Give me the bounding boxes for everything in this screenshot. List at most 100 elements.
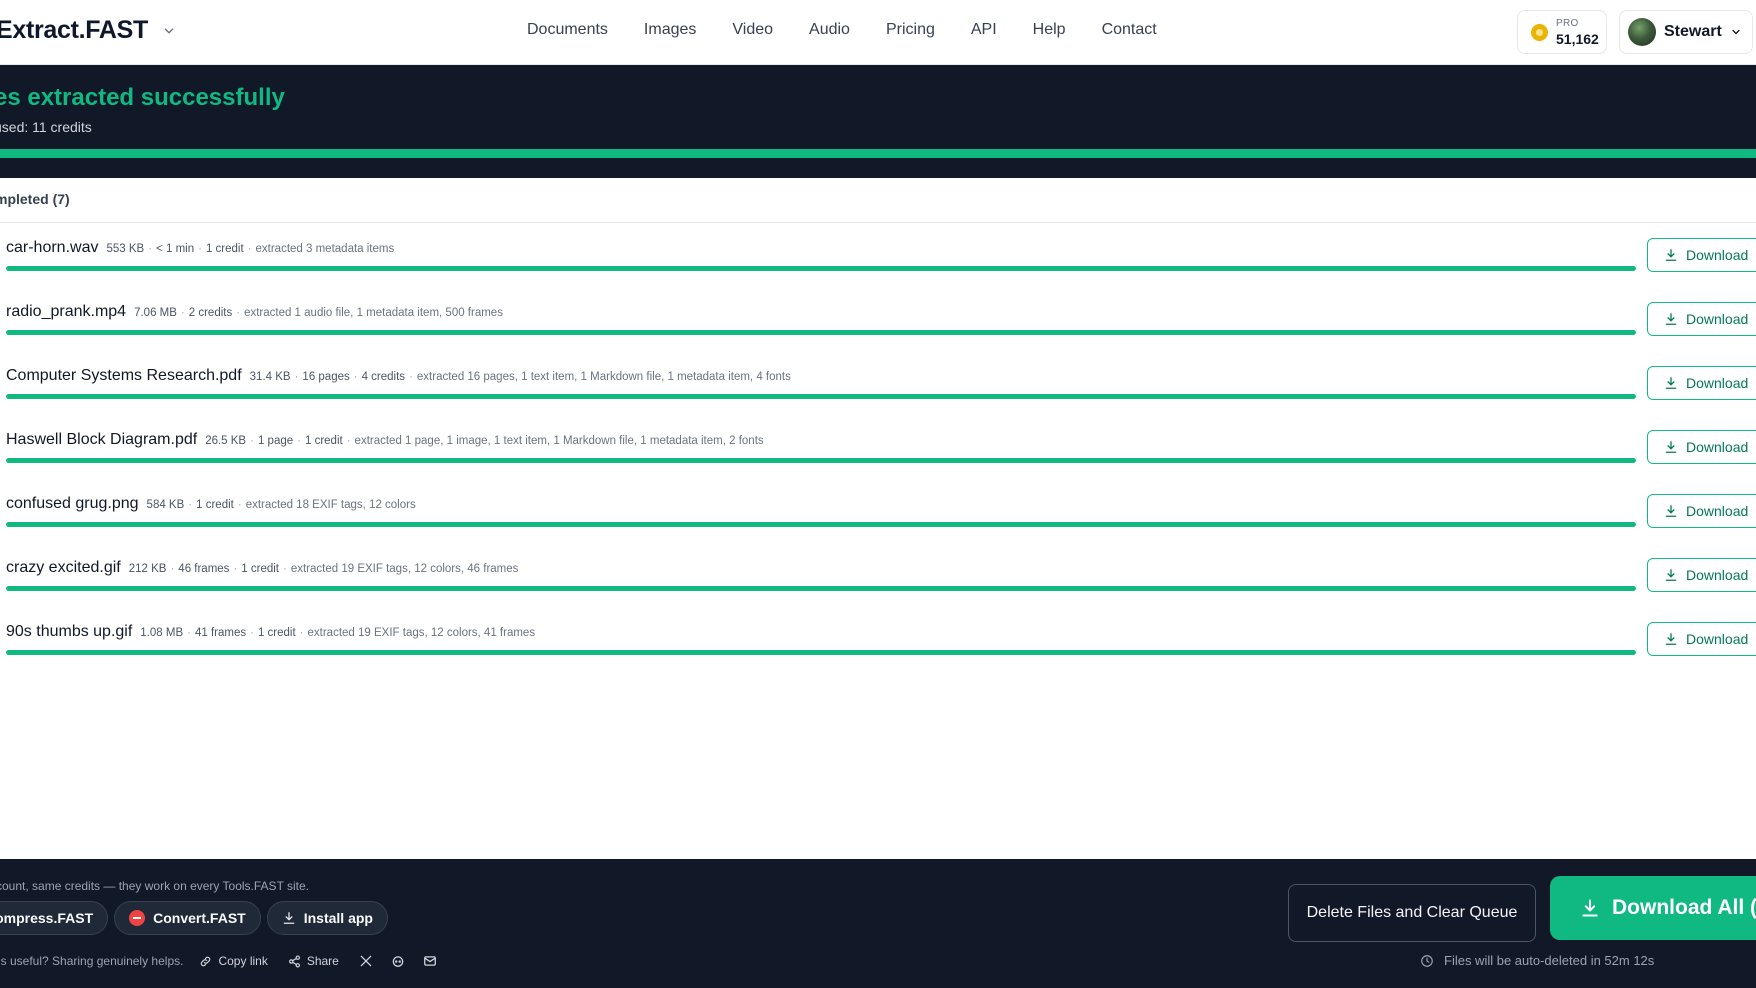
banner-title: es extracted successfully — [0, 84, 285, 111]
file-meta: 26.5 KB — [205, 435, 247, 447]
compress-fast-label: Compress.FAST — [0, 910, 94, 926]
download-icon — [1665, 249, 1677, 261]
meta-separator: · — [247, 243, 252, 255]
file-extraction-summary: extracted 3 metadata items — [255, 243, 395, 255]
file-progress-fill — [6, 266, 1636, 271]
user-menu-button[interactable]: Stewart — [1619, 10, 1753, 54]
meta-separator: · — [170, 563, 175, 575]
clock-icon — [1421, 954, 1433, 967]
chevron-down-icon — [1732, 29, 1740, 35]
file-row: Computer Systems Research.pdf 31.4 KB · 16 … — [0, 351, 1756, 415]
file-progress-bar — [6, 394, 1636, 399]
file-info: Haswell Block Diagram.pdf 26.5 KB · 1 page ·… — [6, 431, 764, 449]
install-app-button[interactable]: Install app — [266, 901, 388, 935]
file-row: confused grug.png 584 KB · 1 credit · extract… — [0, 479, 1756, 543]
download-button[interactable]: Download — [1647, 494, 1756, 528]
download-button[interactable]: Download — [1647, 366, 1756, 400]
meta-separator: · — [294, 371, 299, 383]
nav-contact[interactable]: Contact — [1102, 21, 1157, 39]
compress-fast-link[interactable]: Compress.FAST — [0, 901, 109, 935]
copy-link-button[interactable]: Copy link — [199, 954, 268, 968]
file-name: Computer Systems Research.pdf — [6, 367, 242, 384]
file-name: Haswell Block Diagram.pdf — [6, 431, 198, 448]
download-button[interactable]: Download — [1647, 302, 1756, 336]
reddit-icon[interactable] — [391, 954, 405, 968]
delete-files-clear-queue-button[interactable]: Delete Files and Clear Queue — [1288, 884, 1536, 942]
download-icon — [1582, 899, 1598, 917]
download-button[interactable]: Download — [1647, 238, 1756, 272]
download-icon — [1665, 377, 1677, 389]
file-meta: 584 KB — [146, 499, 185, 511]
file-extraction-summary: extracted 16 pages, 1 text item, 1 Markd… — [416, 371, 791, 383]
overall-progress-bar — [0, 149, 1756, 158]
file-meta: 2 credits — [188, 307, 233, 319]
nav-api[interactable]: API — [971, 21, 997, 39]
meta-separator: · — [188, 499, 193, 511]
meta-separator: · — [187, 627, 191, 639]
file-meta: 7.06 MB — [134, 307, 177, 319]
top-navigation: Extract.FAST Documents Images Video Audi… — [0, 0, 1756, 65]
success-banner: es extracted successfully used: 11 credi… — [0, 65, 1756, 178]
file-extraction-summary: extracted 19 EXIF tags, 12 colors, 46 fr… — [290, 563, 519, 575]
chevron-down-icon — [164, 28, 174, 33]
nav-images[interactable]: Images — [644, 21, 696, 39]
download-button[interactable]: Download — [1647, 430, 1756, 464]
file-meta: 1 page — [257, 435, 294, 447]
file-progress-fill — [6, 394, 1636, 399]
footer-bar: count, same credits — they work on every… — [0, 859, 1756, 988]
nav-documents[interactable]: Documents — [527, 21, 608, 39]
download-label: Download — [1686, 567, 1749, 583]
file-row: crazy excited.gif 212 KB · 46 frames · 1 cred… — [0, 543, 1756, 607]
meta-separator: · — [250, 435, 254, 447]
download-icon — [283, 912, 295, 924]
file-meta: 46 frames — [178, 563, 230, 575]
file-meta: 1 credit — [196, 499, 234, 511]
credits-balance-button[interactable]: PRO 51,162 — [1517, 10, 1607, 54]
nav-help[interactable]: Help — [1033, 21, 1066, 39]
download-icon — [1665, 441, 1677, 453]
x-logo-icon[interactable] — [359, 954, 373, 968]
meta-separator: · — [250, 627, 254, 639]
nav-audio[interactable]: Audio — [809, 21, 850, 39]
nav-pricing[interactable]: Pricing — [886, 21, 935, 39]
file-meta: < 1 min — [156, 243, 195, 255]
completed-section-header: mpleted (7) — [0, 178, 1756, 223]
site-links: Compress.FAST Convert.FAST Install app — [0, 901, 388, 935]
file-name: crazy excited.gif — [6, 559, 121, 576]
file-progress-fill — [6, 586, 1636, 591]
file-name: 90s thumbs up.gif — [6, 623, 133, 640]
download-button[interactable]: Download — [1647, 622, 1756, 656]
meta-separator: · — [409, 371, 413, 383]
download-label: Download — [1686, 375, 1749, 391]
brand-menu[interactable]: Extract.FAST — [0, 16, 176, 45]
download-label: Download — [1686, 631, 1749, 647]
meta-separator: · — [198, 243, 202, 255]
user-name: Stewart — [1664, 23, 1722, 40]
file-progress-bar — [6, 586, 1636, 591]
auto-delete-notice: Files will be auto-deleted in 52m 12s — [1420, 953, 1654, 968]
meta-separator: · — [299, 627, 304, 639]
plan-tier: PRO — [1556, 17, 1579, 29]
file-meta: 31.4 KB — [249, 371, 291, 383]
convert-fast-label: Convert.FAST — [153, 910, 246, 926]
download-button[interactable]: Download — [1647, 558, 1756, 592]
file-progress-bar — [6, 650, 1636, 655]
file-meta: 16 pages — [302, 371, 350, 383]
meta-separator: · — [346, 435, 351, 447]
file-progress-bar — [6, 458, 1636, 463]
nav-video[interactable]: Video — [732, 21, 773, 39]
file-name: confused grug.png — [6, 495, 139, 512]
file-name: car-horn.wav — [6, 239, 99, 256]
install-app-label: Install app — [303, 910, 373, 926]
file-extraction-summary: extracted 1 audio file, 1 metadata item,… — [244, 307, 503, 319]
download-icon — [1665, 505, 1677, 517]
file-info: radio_prank.mp4 7.06 MB · 2 credits · extract… — [6, 303, 503, 321]
download-label: Download — [1686, 311, 1749, 327]
file-progress-fill — [6, 458, 1636, 463]
download-all-button[interactable]: Download All (7) — [1550, 876, 1756, 940]
convert-fast-link[interactable]: Convert.FAST — [114, 901, 261, 935]
mail-icon[interactable] — [423, 954, 437, 968]
overall-progress-fill — [0, 149, 1756, 158]
share-button[interactable]: Share — [288, 954, 339, 968]
file-meta: 4 credits — [361, 371, 406, 383]
